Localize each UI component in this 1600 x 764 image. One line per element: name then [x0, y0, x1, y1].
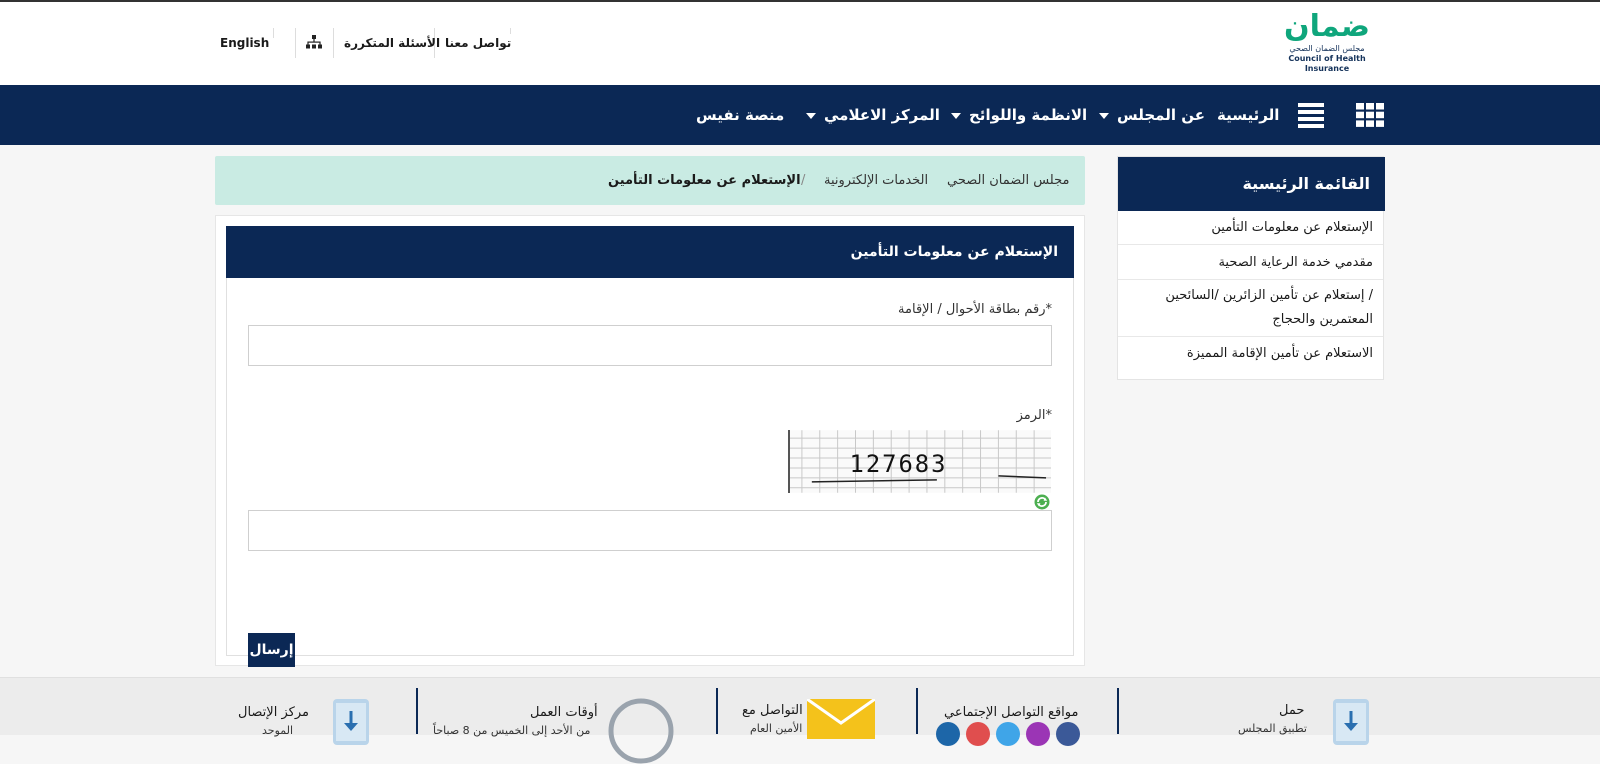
caret-down-icon	[1099, 112, 1109, 119]
sidebar-title: القائمة الرئيسية	[1118, 157, 1385, 211]
footer-call-subtitle: الموحد	[262, 724, 294, 737]
sidebar-menu: القائمة الرئيسية الإستعلام عن معلومات ال…	[1117, 156, 1385, 380]
utility-links: تواصل معنا الأسئلة المتكررة English	[210, 28, 520, 58]
footer-app-subtitle: تطبيق المجلس	[1238, 722, 1307, 735]
sidebar-item-healthcare-providers[interactable]: مقدمي خدمة الرعاية الصحية	[1118, 245, 1383, 280]
footer-contact-subtitle: الأمين العام	[750, 722, 803, 735]
refresh-captcha-icon[interactable]	[1034, 494, 1050, 510]
id-number-label: رقم بطاقة الأحوال / الإقامة*	[898, 302, 1052, 317]
council-logo[interactable]: ضمان مجلس الضمان الصحي Council of Health…	[1272, 9, 1382, 74]
menu-list-icon[interactable]	[1298, 102, 1324, 128]
sidebar-item-label: إستعلام عن تأمين الزائرين /السائحين /	[1165, 288, 1373, 303]
captcha-image: 127683	[788, 430, 1051, 493]
footer-contact-title: التواصل مع	[742, 703, 803, 718]
captcha-code-label: الرمز*	[1016, 408, 1052, 423]
submit-button[interactable]: إرسال	[248, 633, 295, 667]
twitter-icon[interactable]	[996, 722, 1020, 746]
divider	[510, 28, 511, 34]
youtube-icon[interactable]	[966, 722, 990, 746]
id-number-input[interactable]	[248, 325, 1052, 366]
sidebar-item-visitors-insurance[interactable]: إستعلام عن تأمين الزائرين /السائحين / ال…	[1118, 280, 1383, 337]
breadcrumb-home[interactable]: مجلس الضمان الصحي	[947, 156, 1069, 205]
sidebar-item-premium-residency[interactable]: الاستعلام عن تأمين الإقامة المميزة	[1118, 337, 1383, 371]
caret-down-icon	[951, 112, 961, 119]
divider	[333, 28, 334, 58]
caret-down-icon	[806, 112, 816, 119]
nav-media-label: المركز الاعلامي	[824, 106, 940, 124]
sitemap-icon[interactable]	[306, 35, 322, 49]
id-field-row: رقم بطاقة الأحوال / الإقامة*	[248, 302, 1052, 322]
nav-about-label: عن المجلس	[1117, 106, 1205, 124]
linkedin-icon[interactable]	[936, 722, 960, 746]
clock-icon	[608, 698, 674, 764]
divider	[295, 28, 296, 58]
code-field-row: الرمز*	[248, 408, 1052, 428]
footer-hours-subtitle: من الأحد إلى الخميس من 8 صباحاً	[433, 724, 591, 737]
captcha-code-text: 127683	[850, 450, 948, 478]
facebook-icon[interactable]	[1056, 722, 1080, 746]
footer-divider	[716, 688, 718, 734]
footer-divider	[1117, 688, 1119, 734]
logo-wordmark: ضمان	[1284, 9, 1370, 44]
instagram-icon[interactable]	[1026, 722, 1050, 746]
captcha-code-input[interactable]	[248, 510, 1052, 551]
footer-hours-title: أوقات العمل	[530, 705, 598, 720]
footer-divider	[916, 688, 918, 734]
nav-media-center[interactable]: المركز الاعلامي	[806, 85, 940, 145]
footer-social-title: مواقع التواصل الإجتماعي	[944, 705, 1079, 720]
logo-arabic-name: مجلس الضمان الصحي	[1289, 44, 1365, 53]
call-center-icon[interactable]	[333, 699, 369, 745]
divider	[273, 28, 274, 38]
nav-home[interactable]: الرئيسية	[1217, 85, 1279, 145]
sidebar-item-label: المعتمرين والحجاج	[1272, 312, 1373, 327]
footer-divider	[416, 688, 418, 734]
nav-nafees[interactable]: منصة نفيس	[696, 85, 784, 145]
sidebar-item-insurance-inquiry[interactable]: الإستعلام عن معلومات التأمين	[1118, 211, 1383, 245]
site-header: ضمان مجلس الضمان الصحي Council of Health…	[0, 2, 1600, 85]
breadcrumb-current: الإستعلام عن معلومات التأمين	[608, 173, 801, 188]
footer-app-title: حمل	[1279, 703, 1305, 718]
logo-english-name: Council of Health Insurance	[1288, 54, 1366, 73]
breadcrumb: مجلس الضمان الصحي الخدمات الإلكترونية / …	[215, 156, 1085, 205]
nav-about[interactable]: عن المجلس	[1099, 85, 1205, 145]
breadcrumb-eservices[interactable]: الخدمات الإلكترونية	[824, 156, 928, 205]
contact-us-link[interactable]: تواصل معنا	[445, 28, 511, 58]
apps-grid-icon[interactable]	[1356, 103, 1384, 127]
nav-regulations[interactable]: الانظمة واللوائح	[951, 85, 1087, 145]
nav-regulations-label: الانظمة واللوائح	[969, 106, 1088, 124]
language-link[interactable]: English	[220, 28, 269, 58]
download-app-icon[interactable]	[1333, 699, 1369, 745]
form-title: الإستعلام عن معلومات التأمين	[226, 226, 1074, 278]
mail-icon[interactable]	[807, 699, 875, 739]
breadcrumb-separator: /	[801, 173, 806, 188]
footer-call-title: مركز الإتصال	[238, 705, 309, 720]
faq-link[interactable]: الأسئلة المتكررة	[344, 28, 440, 58]
